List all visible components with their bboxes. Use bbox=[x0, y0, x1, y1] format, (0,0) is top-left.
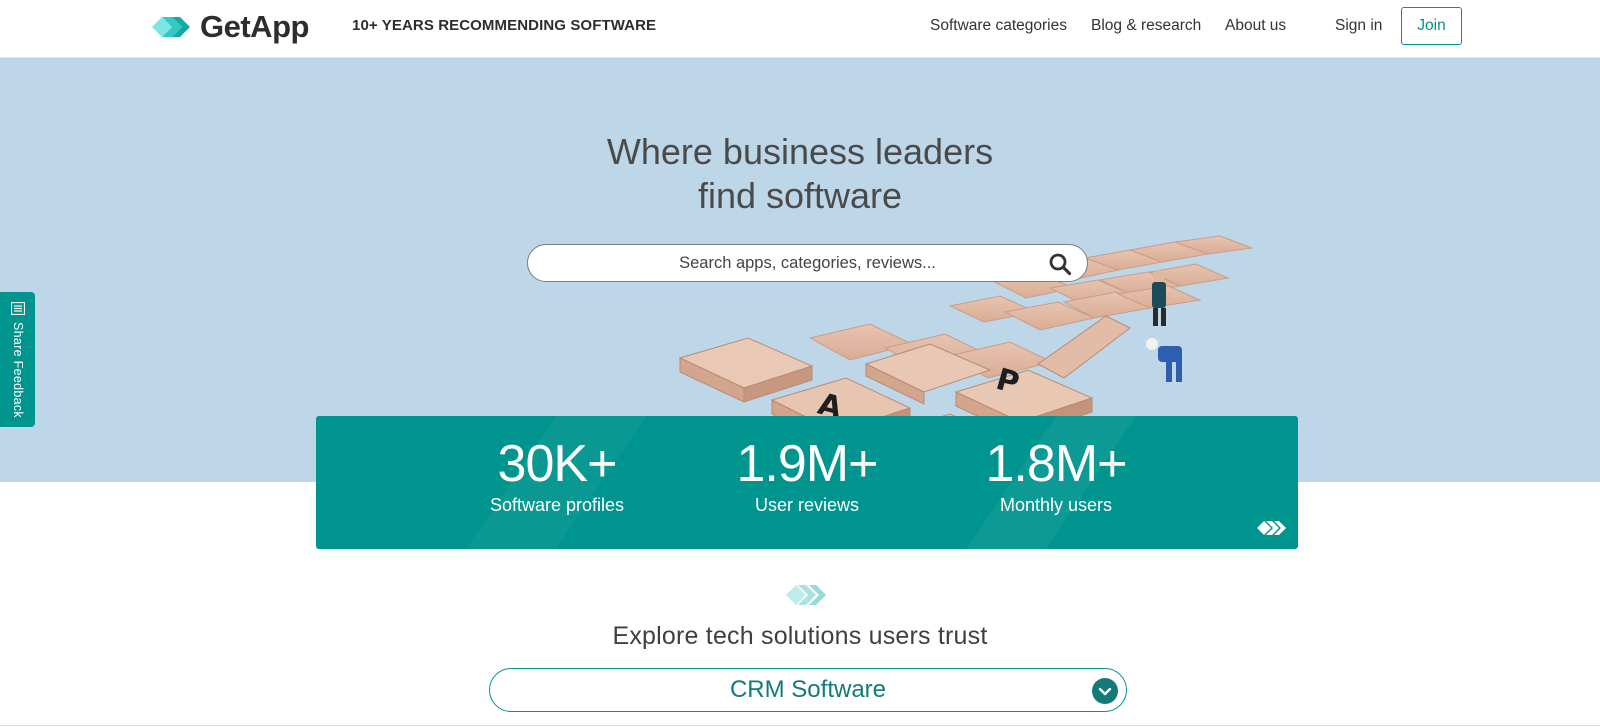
feedback-icon bbox=[11, 302, 25, 315]
header-tagline: 10+ YEARS RECOMMENDING SOFTWARE bbox=[352, 17, 657, 34]
stat-software-profiles: 30K+ Software profiles bbox=[437, 434, 677, 516]
hero-title-line-2: find software bbox=[697, 175, 903, 216]
nav-blog-research[interactable]: Blog & research bbox=[1091, 17, 1201, 35]
getapp-chevrons-icon bbox=[1257, 521, 1286, 535]
getapp-logo[interactable]: GetApp bbox=[152, 9, 309, 45]
stat-label: Software profiles bbox=[489, 495, 625, 515]
share-feedback-tab[interactable]: Share Feedback bbox=[0, 292, 35, 427]
category-select[interactable]: CRM Software bbox=[489, 668, 1127, 712]
stat-label: Monthly users bbox=[999, 495, 1113, 515]
category-selected-value: CRM Software bbox=[729, 676, 887, 703]
nav-software-categories[interactable]: Software categories bbox=[930, 17, 1067, 35]
stat-value: 30K+ bbox=[497, 435, 618, 493]
stat-value: 1.8M+ bbox=[985, 435, 1128, 493]
stat-monthly-users: 1.8M+ Monthly users bbox=[936, 434, 1176, 516]
stats-band: 30K+ Software profiles 1.9M+ User review… bbox=[316, 416, 1298, 549]
explore-title: Explore tech solutions users trust bbox=[612, 622, 988, 650]
brand-name: GetApp bbox=[200, 9, 309, 44]
stat-value: 1.9M+ bbox=[736, 435, 879, 493]
search-icon[interactable] bbox=[1048, 252, 1072, 276]
stat-user-reviews: 1.9M+ User reviews bbox=[687, 434, 927, 516]
stat-label: User reviews bbox=[754, 495, 860, 515]
hero-search-bar[interactable] bbox=[527, 244, 1088, 282]
section-divider bbox=[0, 725, 1600, 726]
sign-in-link[interactable]: Sign in bbox=[1335, 17, 1382, 35]
top-header: GetApp 10+ YEARS RECOMMENDING SOFTWARE S… bbox=[0, 0, 1600, 58]
getapp-chevrons-light-icon bbox=[786, 585, 826, 605]
hero-title-line-1: Where business leaders bbox=[606, 131, 994, 172]
join-button[interactable]: Join bbox=[1401, 7, 1462, 45]
chevron-down-icon[interactable] bbox=[1092, 678, 1118, 704]
hero-title: Where business leaders find software bbox=[0, 130, 1600, 218]
share-feedback-label: Share Feedback bbox=[11, 322, 25, 418]
nav-about-us[interactable]: About us bbox=[1225, 17, 1286, 35]
search-input[interactable] bbox=[528, 245, 1087, 281]
getapp-logo-icon bbox=[152, 17, 190, 37]
